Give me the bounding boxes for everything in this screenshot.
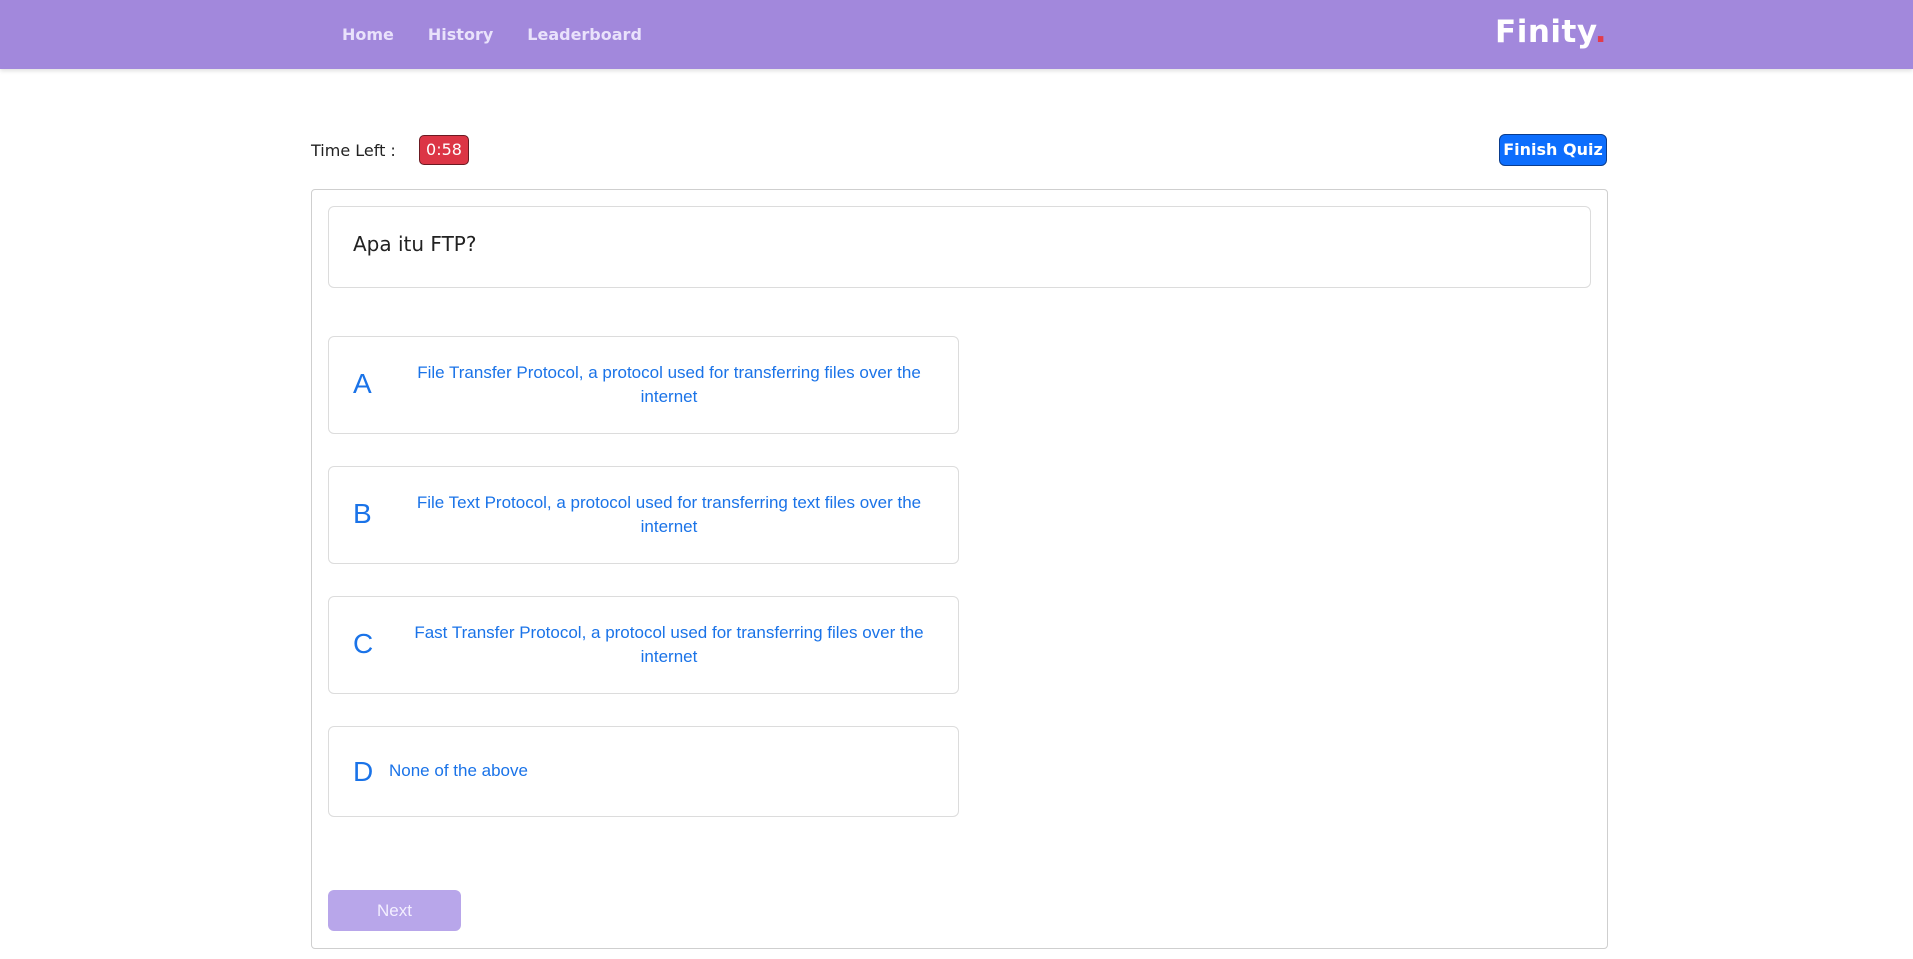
brand-dot: . xyxy=(1594,14,1607,50)
option-text: Fast Transfer Protocol, a protocol used … xyxy=(414,623,924,666)
option-letter: D xyxy=(353,756,374,787)
question-box: Apa itu FTP? xyxy=(328,206,1591,288)
nav-links: Home History Leaderboard xyxy=(325,0,676,69)
option-text: None of the above xyxy=(389,761,528,780)
finish-quiz-button[interactable]: Finish Quiz xyxy=(1499,134,1607,166)
option-b[interactable]: B File Text Protocol, a protocol used fo… xyxy=(328,466,959,564)
option-letter: A xyxy=(353,368,372,399)
brand-name: Finity xyxy=(1495,14,1595,50)
quiz-card: Apa itu FTP? A File Transfer Protocol, a… xyxy=(311,189,1608,949)
option-text: File Transfer Protocol, a protocol used … xyxy=(417,363,921,406)
question-text: Apa itu FTP? xyxy=(353,232,477,256)
next-button[interactable]: Next xyxy=(328,890,461,931)
option-d[interactable]: D None of the above xyxy=(328,726,959,817)
option-text: File Text Protocol, a protocol used for … xyxy=(416,493,922,536)
time-left-label: Time Left : xyxy=(311,141,396,160)
option-letter: B xyxy=(353,498,372,529)
option-a[interactable]: A File Transfer Protocol, a protocol use… xyxy=(328,336,959,434)
option-c[interactable]: C Fast Transfer Protocol, a protocol use… xyxy=(328,596,959,694)
nav-link-history[interactable]: History xyxy=(428,25,493,44)
quiz-toolbar: Time Left : 0:58 Finish Quiz xyxy=(311,134,1607,166)
nav-link-leaderboard[interactable]: Leaderboard xyxy=(527,25,642,44)
brand-logo[interactable]: Finity. xyxy=(1495,14,1607,50)
nav-link-home[interactable]: Home xyxy=(342,25,394,44)
timer-badge: 0:58 xyxy=(419,135,469,165)
top-navbar: Home History Leaderboard Finity. xyxy=(0,0,1913,69)
option-letter: C xyxy=(353,628,374,659)
